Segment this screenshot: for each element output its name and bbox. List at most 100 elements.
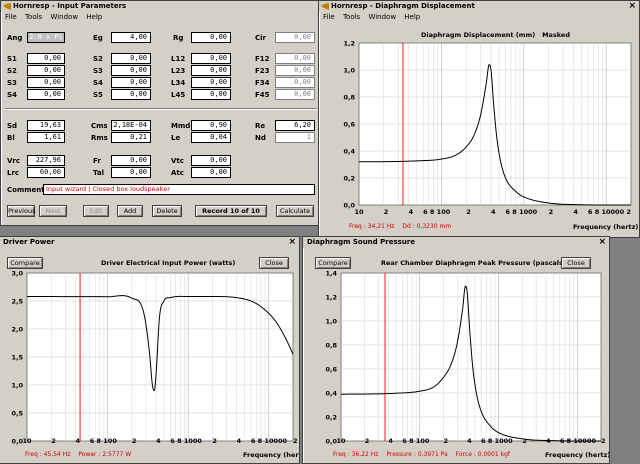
delete-button[interactable]: Delete bbox=[152, 205, 182, 217]
menu-tools[interactable]: Tools bbox=[25, 13, 42, 21]
l23-label: L23 bbox=[171, 67, 186, 75]
x-tick-label: 4 bbox=[237, 437, 242, 445]
cms-label: Cms bbox=[91, 122, 108, 130]
y-tick-label: 2,5 bbox=[11, 298, 23, 306]
x-tick-label: 4 bbox=[409, 208, 414, 216]
l45-field[interactable]: 0,00 bbox=[191, 89, 231, 100]
mmd-label: Mmd bbox=[171, 122, 191, 130]
fr-label: Fr bbox=[93, 157, 101, 165]
y-tick-label: 1,0 bbox=[343, 67, 355, 75]
tal-field[interactable]: 0,00 bbox=[111, 167, 151, 178]
f12-field[interactable]: 0,00 bbox=[275, 53, 315, 64]
y-tick-label: 1,2 bbox=[325, 294, 337, 302]
x-tick-label: 2 bbox=[51, 437, 56, 445]
s4-field[interactable]: 0,00 bbox=[111, 77, 151, 88]
x-tick-label: 6 8 100 bbox=[423, 208, 451, 216]
x-tick-label: 2 bbox=[601, 437, 606, 445]
hornresp-icon bbox=[3, 3, 11, 10]
rg-field[interactable]: 0,00 bbox=[191, 32, 231, 43]
vrc-label: Vrc bbox=[7, 157, 21, 165]
comment-label: Comment bbox=[7, 186, 45, 194]
re-field[interactable]: 6,20 bbox=[275, 120, 315, 131]
s2b-field[interactable]: 0,00 bbox=[27, 65, 65, 76]
ang-field[interactable]: 2.0 x Pi bbox=[27, 32, 65, 43]
y-tick-label: 0,6 bbox=[343, 121, 355, 129]
x-axis-label: Frequency (hertz) bbox=[243, 451, 299, 459]
s3b-label: S3 bbox=[7, 79, 17, 87]
l12-field[interactable]: 0,00 bbox=[191, 53, 231, 64]
x-tick-label: 2 bbox=[466, 208, 471, 216]
vrc-field[interactable]: 227,96 bbox=[27, 155, 65, 166]
l12-label: L12 bbox=[171, 55, 186, 63]
x-tick-label: 10 bbox=[22, 437, 32, 445]
l34-field[interactable]: 0,00 bbox=[191, 77, 231, 88]
add-button[interactable]: Add bbox=[117, 205, 143, 217]
bl-field[interactable]: 1,61 bbox=[27, 132, 65, 143]
rms-field[interactable]: 0,21 bbox=[111, 132, 151, 143]
driver-power-window: Driver Power × Compare Driver Electrical… bbox=[0, 236, 300, 464]
y-tick-label: 0,4 bbox=[343, 148, 355, 156]
fr-field[interactable]: 0,00 bbox=[111, 155, 151, 166]
cms-field[interactable]: 2,18E-04 bbox=[111, 120, 151, 131]
comment-field[interactable]: Input wizard | Closed box loudspeaker bbox=[43, 184, 315, 195]
y-tick-label: 0,4 bbox=[325, 390, 337, 398]
y-tick-label: 1,0 bbox=[325, 318, 337, 326]
vtc-field[interactable]: 0,00 bbox=[191, 155, 231, 166]
y-tick-label: 1,5 bbox=[11, 354, 23, 362]
x-tick-label: 6 8 10000 bbox=[251, 437, 288, 445]
f34-field[interactable]: 0,00 bbox=[275, 77, 315, 88]
f23-field[interactable]: 0,00 bbox=[275, 65, 315, 76]
x-axis-label: Frequency (hertz) bbox=[545, 451, 610, 459]
x-tick-label: 10 bbox=[354, 208, 364, 216]
f45-label: F45 bbox=[255, 91, 270, 99]
f23-label: F23 bbox=[255, 67, 270, 75]
lrc-field[interactable]: 60,00 bbox=[27, 167, 65, 178]
s2-field[interactable]: 0,00 bbox=[111, 53, 151, 64]
displacement-readout: Freq : 34,21 Hz Dd : 0,3230 mm bbox=[349, 223, 457, 231]
next-button[interactable]: Next bbox=[39, 205, 67, 217]
x-tick-label: 4 bbox=[573, 208, 578, 216]
menu-help[interactable]: Help bbox=[86, 13, 102, 21]
x-tick-label: 6 8 100 bbox=[402, 437, 430, 445]
s3b-field[interactable]: 0,00 bbox=[27, 77, 65, 88]
x-tick-label: 2 bbox=[212, 437, 217, 445]
separator-1 bbox=[5, 108, 317, 110]
le-field[interactable]: 0,04 bbox=[191, 132, 231, 143]
s1-field[interactable]: 0,00 bbox=[27, 53, 65, 64]
freq-readout: Freq : 45,54 Hz bbox=[25, 451, 71, 458]
plot-area bbox=[340, 272, 602, 442]
previous-button[interactable]: Previous bbox=[7, 205, 35, 217]
le-label: Le bbox=[171, 134, 181, 142]
f45-field[interactable]: 0,00 bbox=[275, 89, 315, 100]
mmd-field[interactable]: 0,90 bbox=[191, 120, 231, 131]
x-tick-label: 4 bbox=[491, 208, 496, 216]
y-tick-label: 1,4 bbox=[325, 270, 337, 278]
menu-file[interactable]: File bbox=[5, 13, 17, 21]
nd-field[interactable]: 1 bbox=[275, 132, 315, 143]
calculate-button[interactable]: Calculate bbox=[276, 205, 314, 217]
eg-field[interactable]: 4,00 bbox=[111, 32, 151, 43]
x-tick-label: 4 bbox=[388, 437, 393, 445]
l23-field[interactable]: 0,00 bbox=[191, 65, 231, 76]
input-window-titlebar[interactable]: Hornresp - Input Parameters bbox=[1, 1, 321, 12]
y-tick-label: 0,2 bbox=[343, 175, 355, 183]
y-tick-label: 3,0 bbox=[11, 270, 23, 278]
atc-field[interactable]: 0,00 bbox=[191, 167, 231, 178]
atc-label: Atc bbox=[171, 169, 184, 177]
x-tick-label: 2 bbox=[443, 437, 448, 445]
cir-field[interactable]: 0,00 bbox=[275, 32, 315, 43]
s3-field[interactable]: 0,00 bbox=[111, 65, 151, 76]
rms-label: Rms bbox=[91, 134, 108, 142]
x-tick-label: 2 bbox=[549, 208, 554, 216]
f34-label: F34 bbox=[255, 79, 270, 87]
freq-readout: Freq : 34,21 Hz bbox=[349, 223, 395, 230]
s5-field[interactable]: 0,00 bbox=[111, 89, 151, 100]
sd-field[interactable]: 19,63 bbox=[27, 120, 65, 131]
s4b-field[interactable]: 0,00 bbox=[27, 89, 65, 100]
power-readout: Freq : 45,54 Hz Power : 2,5777 W bbox=[25, 451, 137, 459]
edit-button[interactable]: Edit bbox=[83, 205, 109, 217]
pressure-readout: Freq : 36,22 Hz Pressure : 0,3971 Pa For… bbox=[333, 451, 516, 459]
x-tick-label: 2 bbox=[384, 208, 389, 216]
menu-window[interactable]: Window bbox=[50, 13, 78, 21]
tal-label: Tal bbox=[93, 169, 104, 177]
